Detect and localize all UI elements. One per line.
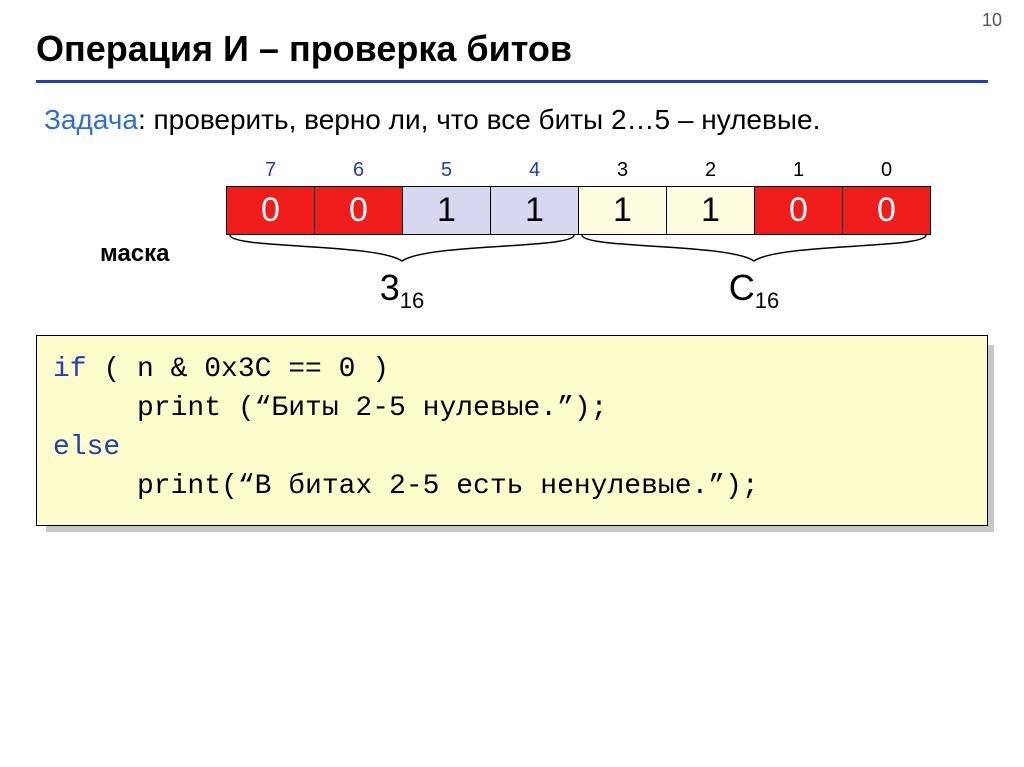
- kw-else: else: [53, 432, 120, 463]
- bit-index: 0: [843, 159, 931, 187]
- page-title: Операция И – проверка битов: [36, 28, 988, 70]
- bit-index: 2: [667, 159, 755, 187]
- bit-cell: 0: [843, 186, 931, 234]
- brace-icon: [226, 235, 578, 265]
- bit-cell: 1: [491, 186, 579, 234]
- mask-label: маска: [100, 240, 170, 268]
- bit-cell: 1: [667, 186, 755, 234]
- task-label: Задача: [44, 104, 138, 135]
- page-number: 10: [982, 10, 1002, 31]
- bit-index: 1: [755, 159, 843, 187]
- bit-cell: 1: [579, 186, 667, 234]
- bit-cell: 0: [315, 186, 403, 234]
- code-text: print(“В битах 2-5 есть ненулевые.”);: [137, 471, 759, 502]
- brace-row: 316 C16: [226, 235, 930, 325]
- hex-sub: 16: [755, 288, 779, 313]
- kw-if: if: [53, 354, 87, 385]
- bit-index: 5: [403, 159, 491, 187]
- code-box: if ( n & 0x3C == 0 ) print (“Биты 2-5 ну…: [36, 335, 988, 526]
- hex-main: 3: [380, 267, 400, 308]
- divider: [36, 80, 988, 83]
- bit-cell: 1: [403, 186, 491, 234]
- bit-index-row: 7 6 5 4 3 2 1 0: [227, 159, 931, 187]
- bit-cell: 0: [755, 186, 843, 234]
- code-text: print (“Биты 2-5 нулевые.”);: [137, 393, 607, 424]
- hex-label-right: C16: [578, 267, 930, 314]
- code-block: if ( n & 0x3C == 0 ) print (“Биты 2-5 ну…: [36, 335, 988, 526]
- hex-main: C: [729, 267, 755, 308]
- task-text: Задача: проверить, верно ли, что все бит…: [44, 101, 964, 139]
- bit-index: 3: [579, 159, 667, 187]
- bit-index: 4: [491, 159, 579, 187]
- bit-diagram: 7 6 5 4 3 2 1 0 0 0 1 1 1 1 0 0: [96, 159, 988, 325]
- task-body: : проверить, верно ли, что все биты 2…5 …: [138, 104, 820, 135]
- bit-index: 7: [227, 159, 315, 187]
- slide: 10 Операция И – проверка битов Задача: п…: [0, 0, 1024, 767]
- bit-table: 7 6 5 4 3 2 1 0 0 0 1 1 1 1 0 0: [226, 159, 931, 235]
- hex-sub: 16: [400, 288, 424, 313]
- brace-icon: [578, 235, 930, 265]
- code-text: ( n & 0x3C == 0 ): [87, 354, 389, 385]
- hex-label-left: 316: [226, 267, 578, 314]
- bit-cell: 0: [227, 186, 315, 234]
- bit-value-row: 0 0 1 1 1 1 0 0: [227, 186, 931, 234]
- bit-index: 6: [315, 159, 403, 187]
